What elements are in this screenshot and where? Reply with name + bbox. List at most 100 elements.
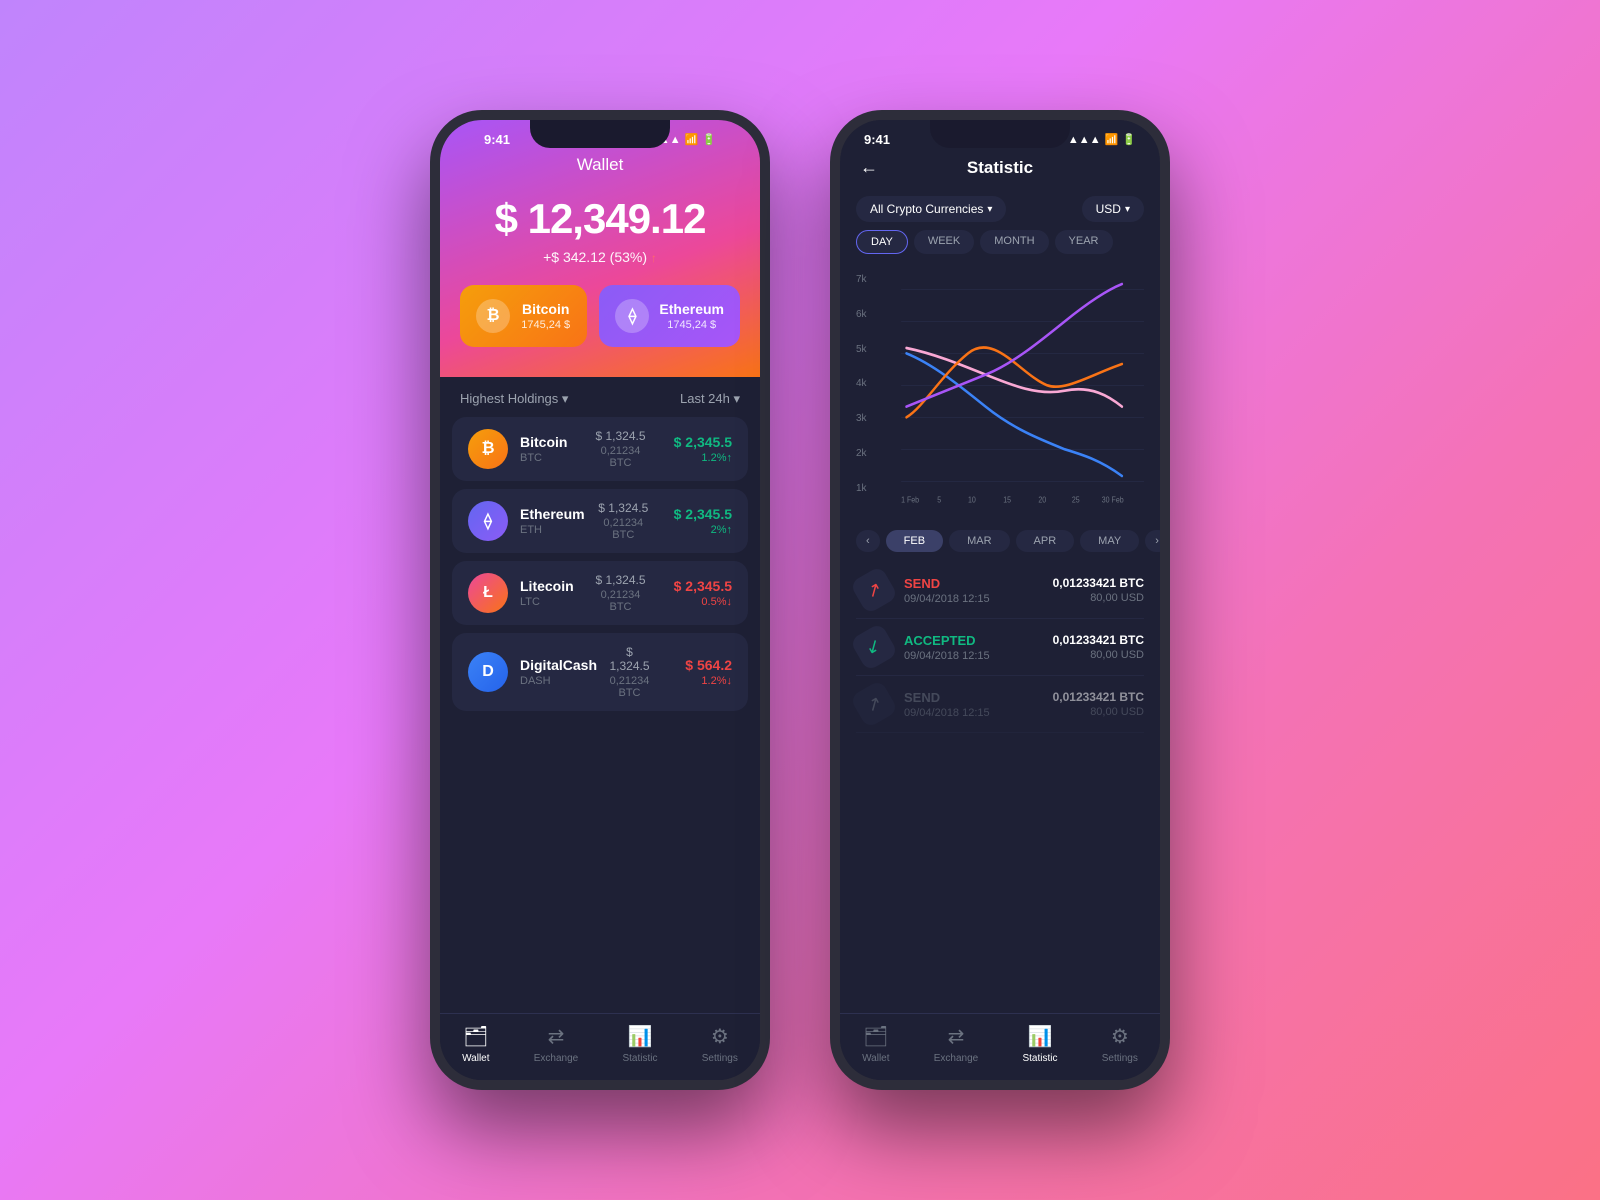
phone-statistic: 9:41 ▲▲▲ 📶 🔋 ← Statistic All Crypto Curr…	[830, 110, 1170, 1090]
tx-type-send-1: SEND	[904, 576, 1041, 591]
y-label-6k: 6k	[856, 309, 867, 320]
usd-dropdown-icon: ▾	[1125, 204, 1130, 215]
status-time-2: 9:41	[864, 132, 890, 147]
holdings-header: Highest Holdings ▾ Last 24h ▾	[440, 377, 760, 417]
btc-card[interactable]: ₿ Bitcoin 1745,24 $	[460, 285, 587, 347]
time-btn-month[interactable]: MONTH	[980, 230, 1048, 254]
tx-btc-accepted: 0,01233421 BTC	[1053, 633, 1144, 647]
tx-accept-icon: ↗	[849, 622, 898, 671]
month-btn-mar[interactable]: MAR	[949, 530, 1009, 552]
dash-row-symbol: DASH	[520, 675, 597, 687]
table-row[interactable]: D DigitalCash DASH $ 1,324.5 0,21234 BTC…	[452, 633, 748, 711]
tx-amount-send-2: 0,01233421 BTC 80,00 USD	[1053, 690, 1144, 718]
stat-title: Statistic	[967, 158, 1033, 178]
wallet-nav-icon: 🗂	[463, 1024, 488, 1049]
exchange-nav-label: Exchange	[534, 1053, 578, 1064]
stat-nav-wallet[interactable]: 🗂 Wallet	[862, 1024, 889, 1064]
time-btn-year[interactable]: YEAR	[1055, 230, 1113, 254]
ltc-change-val: $ 2,345.5	[662, 578, 732, 594]
statistic-nav-label: Statistic	[622, 1053, 657, 1064]
chart-y-labels: 7k 6k 5k 4k 3k 2k 1k	[856, 274, 867, 494]
tx-row-send-2[interactable]: ↗ SEND 09/04/2018 12:15 0,01233421 BTC 8…	[856, 676, 1144, 733]
svg-text:5: 5	[937, 495, 941, 505]
btc-row-symbol: BTC	[520, 452, 579, 464]
settings-nav-label: Settings	[702, 1053, 738, 1064]
eth-row-icon: ⟠	[468, 501, 508, 541]
tx-usd-accepted: 80,00 USD	[1053, 649, 1144, 661]
month-btn-prev[interactable]: ‹	[856, 530, 880, 552]
nav-statistic[interactable]: 📊 Statistic	[622, 1024, 657, 1064]
ltc-row-symbol: LTC	[520, 596, 579, 608]
nav-settings[interactable]: ⚙ Settings	[702, 1024, 738, 1064]
ltc-row-icon: Ł	[468, 573, 508, 613]
btc-row-price: $ 1,324.5 0,21234 BTC	[591, 429, 650, 469]
stat-nav-exchange[interactable]: ⇄ Exchange	[934, 1024, 978, 1064]
stat-controls: All Crypto Currencies ▾ USD ▾	[840, 188, 1160, 230]
stat-header: ← Statistic	[840, 151, 1160, 188]
nav-wallet[interactable]: 🗂 Wallet	[462, 1024, 489, 1064]
signal-icon-2: ▲▲▲	[1068, 134, 1101, 146]
holdings-filter[interactable]: Last 24h ▾	[680, 391, 740, 407]
eth-card[interactable]: ⟠ Ethereum 1745,24 $	[599, 285, 740, 347]
stat-settings-label: Settings	[1102, 1053, 1138, 1064]
table-row[interactable]: ₿ Bitcoin BTC $ 1,324.5 0,21234 BTC $ 2,…	[452, 417, 748, 481]
back-button[interactable]: ←	[860, 157, 878, 178]
tx-amount-send-1: 0,01233421 BTC 80,00 USD	[1053, 576, 1144, 604]
ltc-row-info: Litecoin LTC	[520, 578, 579, 608]
chart-area: 7k 6k 5k 4k 3k 2k 1k 1 Feb 5 10	[840, 264, 1160, 524]
month-btn-may[interactable]: MAY	[1080, 530, 1139, 552]
status-bar-2: 9:41 ▲▲▲ 📶 🔋	[840, 120, 1160, 151]
stat-nav-statistic[interactable]: 📊 Statistic	[1022, 1024, 1057, 1064]
btc-change: $ 2,345.5 1.2%↑	[662, 434, 732, 464]
ltc-pct: 0.5%↓	[662, 596, 732, 608]
usd-label: USD	[1096, 202, 1121, 216]
svg-text:1 Feb: 1 Feb	[901, 495, 920, 505]
month-btn-feb[interactable]: FEB	[886, 530, 943, 552]
chart-svg: 1 Feb 5 10 15 20 25 30 Feb	[856, 268, 1144, 524]
stat-exchange-icon: ⇄	[948, 1024, 965, 1049]
currency-dropdown[interactable]: All Crypto Currencies ▾	[856, 196, 1006, 222]
tx-row-accepted[interactable]: ↗ ACCEPTED 09/04/2018 12:15 0,01233421 B…	[856, 619, 1144, 676]
settings-nav-icon: ⚙	[711, 1024, 729, 1049]
nav-exchange[interactable]: ⇄ Exchange	[534, 1024, 578, 1064]
dash-btc: 0,21234 BTC	[609, 675, 650, 699]
tx-usd-send-2: 80,00 USD	[1053, 706, 1144, 718]
holdings-title[interactable]: Highest Holdings ▾	[460, 391, 568, 407]
exchange-nav-icon: ⇄	[548, 1024, 565, 1049]
wifi-icon-2: 📶	[1105, 133, 1119, 146]
btc-pct: 1.2%↑	[662, 452, 732, 464]
btc-row-name: Bitcoin	[520, 434, 579, 450]
eth-btc: 0,21234 BTC	[597, 517, 650, 541]
usd-dropdown[interactable]: USD ▾	[1082, 196, 1144, 222]
ltc-row-price: $ 1,324.5 0,21234 BTC	[591, 573, 650, 613]
tx-row-send-1[interactable]: ↗ SEND 09/04/2018 12:15 0,01233421 BTC 8…	[856, 562, 1144, 619]
tx-info-accepted: ACCEPTED 09/04/2018 12:15	[904, 633, 1041, 662]
btc-card-name: Bitcoin	[520, 301, 571, 317]
time-filters: DAY WEEK MONTH YEAR	[840, 230, 1160, 264]
eth-change-val: $ 2,345.5	[662, 506, 732, 522]
stat-exchange-label: Exchange	[934, 1053, 978, 1064]
eth-row-info: Ethereum ETH	[520, 506, 585, 536]
month-btn-apr[interactable]: APR	[1016, 530, 1075, 552]
month-btn-next[interactable]: ›	[1145, 530, 1160, 552]
tx-usd-send-1: 80,00 USD	[1053, 592, 1144, 604]
stat-bottom-nav: 🗂 Wallet ⇄ Exchange 📊 Statistic ⚙ Settin…	[840, 1013, 1160, 1080]
stat-nav-settings[interactable]: ⚙ Settings	[1102, 1024, 1138, 1064]
eth-pct: 2%↑	[662, 524, 732, 536]
battery-icon: 🔋	[702, 133, 716, 146]
time-btn-week[interactable]: WEEK	[914, 230, 974, 254]
phone-wallet: 9:41 ▲▲▲ 📶 🔋 Wallet $ 12,349.12 +$ 342.1…	[430, 110, 770, 1090]
dash-change-val: $ 564.2	[662, 657, 732, 673]
ltc-row-name: Litecoin	[520, 578, 579, 594]
time-btn-day[interactable]: DAY	[856, 230, 908, 254]
table-row[interactable]: ⟠ Ethereum ETH $ 1,324.5 0,21234 BTC $ 2…	[452, 489, 748, 553]
wallet-balance: $ 12,349.12	[460, 195, 740, 243]
tx-btc-send-2: 0,01233421 BTC	[1053, 690, 1144, 704]
eth-row-symbol: ETH	[520, 524, 585, 536]
crypto-cards: ₿ Bitcoin 1745,24 $ ⟠ Ethereum 1745,24 $	[460, 285, 740, 347]
currency-dropdown-icon: ▾	[987, 204, 992, 215]
tx-type-send-2: SEND	[904, 690, 1041, 705]
table-row[interactable]: Ł Litecoin LTC $ 1,324.5 0,21234 BTC $ 2…	[452, 561, 748, 625]
change-arrow: ↑	[651, 251, 657, 265]
month-filters: ‹ FEB MAR APR MAY ›	[840, 524, 1160, 562]
